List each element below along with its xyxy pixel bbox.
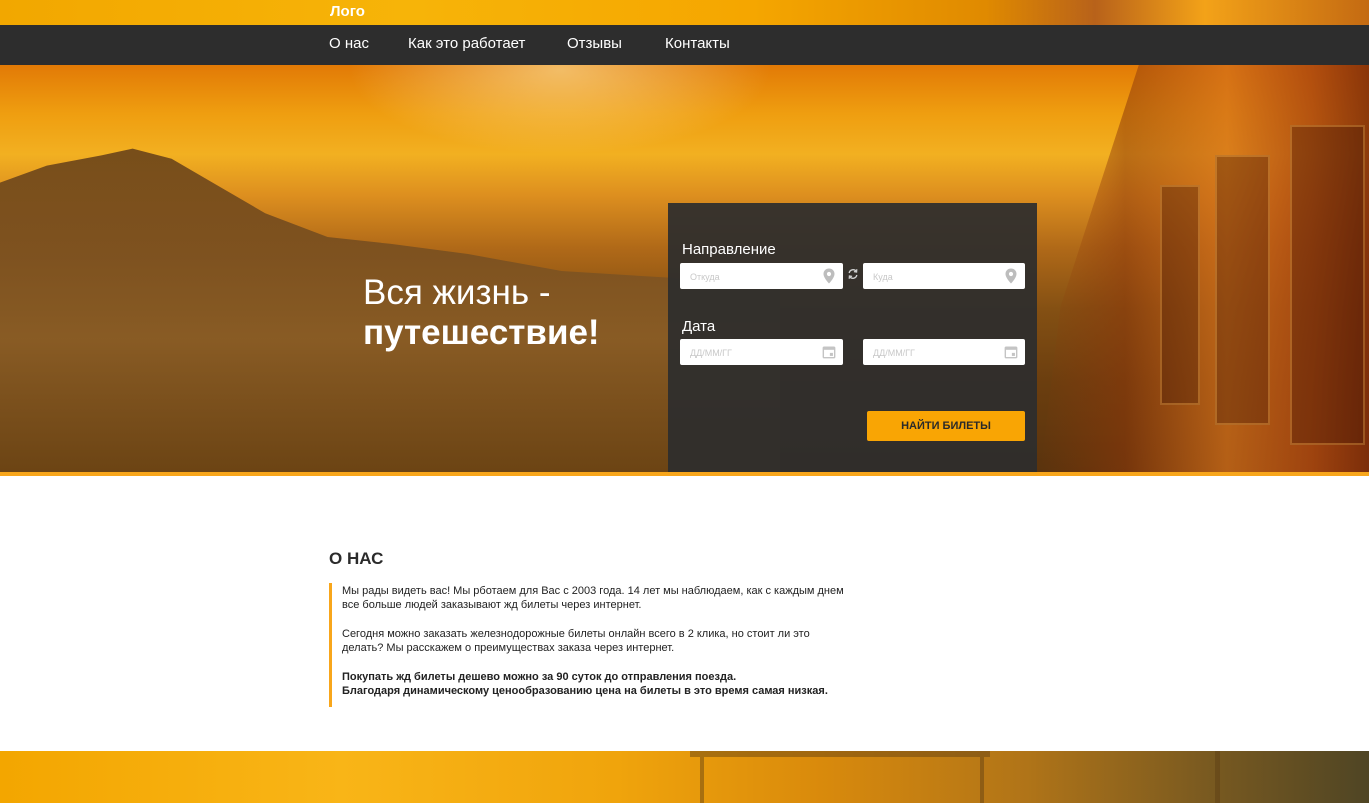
train-window (1160, 185, 1200, 405)
location-pin-icon (823, 268, 835, 284)
swap-icon[interactable] (847, 268, 859, 280)
hero-accent-line (0, 472, 1369, 476)
navbar: О нас Как это работает Отзывы Контакты (0, 25, 1369, 65)
about-title: О НАС (329, 549, 384, 568)
direction-label: Направление (682, 241, 776, 258)
date-from-placeholder: ДД/ММ/ГГ (690, 348, 732, 358)
about-p3-line1: Покупать жд билеты дешево можно за 90 су… (342, 671, 737, 683)
footer-background (0, 751, 1369, 803)
pole (1215, 751, 1220, 803)
find-tickets-button[interactable]: НАЙТИ БИЛЕТЫ (867, 411, 1025, 441)
calendar-icon[interactable] (1004, 344, 1018, 360)
about-paragraph-2: Сегодня можно заказать железнодорожные б… (342, 627, 912, 655)
bridge-post (980, 757, 984, 803)
about-paragraph-1: Мы рады видеть вас! Мы рботаем для Вас с… (342, 584, 912, 612)
from-field[interactable]: Откуда (680, 263, 843, 289)
date-from-field[interactable]: ДД/ММ/ГГ (680, 339, 843, 365)
date-label: Дата (682, 318, 716, 335)
about-p1-line2: все больше людей заказывают жд билеты че… (342, 599, 642, 611)
about-p2-line2: делать? Мы расскажем о преимуществах зак… (342, 642, 675, 654)
bridge-post (700, 757, 704, 803)
about-p3-line2: Благодаря динамическому ценообразованию … (342, 685, 828, 697)
to-field[interactable]: Куда (863, 263, 1025, 289)
about-p1-line1: Мы рады видеть вас! Мы рботаем для Вас с… (342, 585, 844, 597)
location-pin-icon (1005, 268, 1017, 284)
logo[interactable]: Лого (330, 3, 365, 20)
hero-title-light: Вся жизнь - (363, 273, 551, 312)
nav-item-reviews[interactable]: Отзывы (567, 35, 622, 52)
nav-item-how-it-works[interactable]: Как это работает (408, 35, 525, 52)
bridge-beam (690, 751, 990, 757)
calendar-icon[interactable] (822, 344, 836, 360)
from-placeholder: Откуда (690, 272, 720, 282)
nav-item-contacts[interactable]: Контакты (665, 35, 730, 52)
train-window (1290, 125, 1365, 445)
to-placeholder: Куда (873, 272, 893, 282)
nav-item-about[interactable]: О нас (329, 35, 369, 52)
top-strip (0, 0, 1369, 25)
about-accent-bar (329, 583, 332, 707)
date-to-field[interactable]: ДД/ММ/ГГ (863, 339, 1025, 365)
hero-title: Вся жизнь - путешествие! (363, 273, 600, 353)
train-window (1215, 155, 1270, 425)
date-to-placeholder: ДД/ММ/ГГ (873, 348, 915, 358)
about-p2-line1: Сегодня можно заказать железнодорожные б… (342, 628, 810, 640)
about-paragraph-3: Покупать жд билеты дешево можно за 90 су… (342, 670, 912, 698)
hero-title-bold: путешествие! (363, 313, 600, 352)
